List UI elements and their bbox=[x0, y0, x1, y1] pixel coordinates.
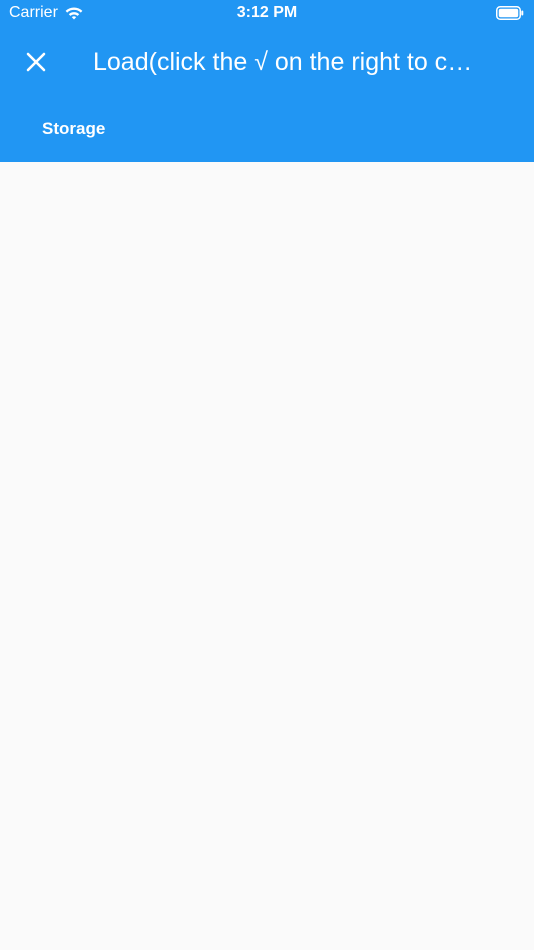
status-bar: Carrier 3:12 PM bbox=[0, 0, 534, 28]
tab-bar: Storage bbox=[0, 104, 534, 154]
content-area bbox=[0, 162, 534, 950]
page-title: Load(click the √ on the right to confirm… bbox=[93, 48, 483, 76]
app-bar: Carrier 3:12 PM Load(click the √ on the … bbox=[0, 0, 534, 162]
close-icon bbox=[26, 52, 46, 72]
tab-storage[interactable]: Storage bbox=[20, 104, 127, 154]
status-time: 3:12 PM bbox=[236, 4, 298, 21]
battery-icon bbox=[496, 6, 524, 20]
toolbar: Load(click the √ on the right to confirm… bbox=[0, 34, 534, 90]
close-button[interactable] bbox=[18, 44, 54, 80]
tab-label: Storage bbox=[42, 119, 106, 138]
